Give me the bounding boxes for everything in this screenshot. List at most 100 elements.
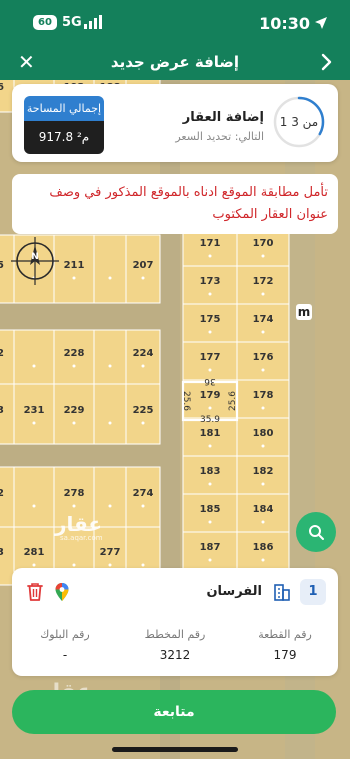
- map-plot[interactable]: [93, 234, 127, 304]
- plot-centroid-dot: [72, 504, 76, 508]
- map-plot[interactable]: [13, 234, 55, 304]
- plot-centroid-dot: [261, 254, 265, 258]
- property-index-badge: 1: [300, 579, 326, 605]
- dimension-right: 25.6: [228, 391, 238, 411]
- plot-centroid-dot: [208, 254, 212, 258]
- plot-number-label: 180: [253, 428, 274, 439]
- plot-number-label: 231: [24, 405, 45, 416]
- total-area-value: 917.8 م²: [24, 121, 104, 154]
- location-arrow-icon: [315, 17, 327, 29]
- building-icon: [274, 584, 290, 601]
- plot-number-label: 184: [253, 504, 274, 515]
- plot-centroid-dot: [208, 520, 212, 524]
- plot-number-label: رقم القطعة: [258, 628, 312, 641]
- plot-number-label: 278: [64, 488, 85, 499]
- plot-centroid-dot: [208, 482, 212, 486]
- dimension-bottom: 35.9: [200, 415, 220, 425]
- plot-centroid-dot: [108, 421, 112, 425]
- step-title: إضافة العقار: [182, 110, 264, 125]
- plot-centroid-dot: [261, 330, 265, 334]
- plot-centroid-dot: [108, 504, 112, 508]
- plot-centroid-dot: [208, 406, 212, 410]
- plot-centroid-dot: [261, 292, 265, 296]
- home-indicator: [112, 747, 238, 752]
- step-card: 1 من 3 إضافة العقار التالي: تحديد السعر …: [12, 84, 338, 162]
- plot-number-label: 225: [133, 405, 154, 416]
- search-icon: [309, 525, 324, 540]
- plot-number-label: 281: [24, 547, 45, 558]
- block-number-label: رقم البلوك: [40, 628, 90, 641]
- plot-centroid-dot: [141, 504, 145, 508]
- plot-centroid-dot: [261, 368, 265, 372]
- plot-number-label: 83: [0, 547, 4, 558]
- plot-centroid-dot: [32, 563, 36, 567]
- plot-number-label: 187: [200, 542, 221, 553]
- battery-indicator: 60: [33, 15, 57, 30]
- map-search-button[interactable]: [296, 512, 336, 552]
- total-area-label: إجمالي المساحة: [24, 96, 104, 121]
- map-plot[interactable]: [13, 329, 55, 385]
- signal-icon: [84, 15, 102, 29]
- app-header: 60 5G 10:30 ✕ إضافة عرض جديد: [0, 0, 350, 80]
- plot-number-label: 175: [200, 314, 221, 325]
- plot-centroid-dot: [141, 364, 145, 368]
- plot-centroid-dot: [261, 406, 265, 410]
- block-number-value: -: [62, 648, 68, 662]
- total-area-box: إجمالي المساحة 917.8 م²: [24, 96, 104, 154]
- plot-centroid-dot: [72, 421, 76, 425]
- map-plot[interactable]: [93, 329, 127, 385]
- plot-number-value: 179: [273, 648, 297, 662]
- plot-centroid-dot: [208, 292, 212, 296]
- block-number-field: رقم البلوك -: [20, 628, 110, 662]
- plot-number-label: 274: [133, 488, 154, 499]
- plot-centroid-dot: [32, 421, 36, 425]
- plot-number-label: 229: [64, 405, 85, 416]
- plan-number-label: رقم المخطط: [144, 628, 206, 641]
- plot-number-label: 183: [200, 466, 221, 477]
- plot-centroid-dot: [208, 444, 212, 448]
- plot-number-label: 96: [0, 82, 4, 93]
- street-marker: m: [298, 305, 311, 319]
- status-bar: 60 5G 10:30: [0, 0, 350, 46]
- plot-centroid-dot: [261, 444, 265, 448]
- plot-centroid-dot: [108, 563, 112, 567]
- svg-text:N: N: [31, 252, 39, 262]
- dimension-left: 25.6: [181, 391, 191, 411]
- plot-number-label: 211: [64, 260, 85, 271]
- aqar-watermark: عقار: [55, 512, 103, 536]
- plot-centroid-dot: [72, 276, 76, 280]
- plot-centroid-dot: [72, 364, 76, 368]
- map-plot[interactable]: [13, 466, 55, 528]
- map-plot[interactable]: [93, 383, 127, 445]
- chevron-right-icon[interactable]: [316, 51, 336, 73]
- plot-number-label: 172: [253, 276, 274, 287]
- dimension-top: 36: [204, 376, 216, 386]
- property-info-card: 1 الفرسان رقم القطعة 179 رقم المخطط 3212…: [12, 568, 338, 676]
- plot-number-field: رقم القطعة 179: [240, 628, 330, 662]
- next-step-label: التالي: تحديد السعر: [175, 130, 264, 143]
- aqar-watermark-url: sa.aqar.com: [60, 534, 103, 542]
- step-count: 1 من 3: [279, 115, 319, 129]
- google-maps-pin-icon[interactable]: [54, 582, 70, 602]
- plot-number-label: 228: [64, 348, 85, 359]
- plot-number-label: 207: [133, 260, 154, 271]
- plot-number-label: 185: [200, 504, 221, 515]
- plot-centroid-dot: [208, 330, 212, 334]
- network-type: 5G: [62, 15, 82, 30]
- plot-number-label: 15: [0, 260, 4, 271]
- plot-number-label: 224: [133, 348, 154, 359]
- trash-icon[interactable]: [26, 582, 44, 602]
- plot-number-label: 32: [0, 348, 4, 359]
- continue-button[interactable]: متابعة: [12, 690, 336, 734]
- plot-number-label: 82: [0, 488, 4, 499]
- plot-centroid-dot: [32, 364, 36, 368]
- plot-centroid-dot: [261, 520, 265, 524]
- plot-centroid-dot: [141, 421, 145, 425]
- district-name: الفرسان: [206, 584, 262, 599]
- status-time: 10:30: [259, 14, 310, 33]
- plot-centroid-dot: [261, 482, 265, 486]
- plot-centroid-dot: [32, 504, 36, 508]
- page-title: إضافة عرض جديد: [110, 53, 240, 71]
- plot-centroid-dot: [141, 563, 145, 567]
- plot-centroid-dot: [72, 563, 76, 567]
